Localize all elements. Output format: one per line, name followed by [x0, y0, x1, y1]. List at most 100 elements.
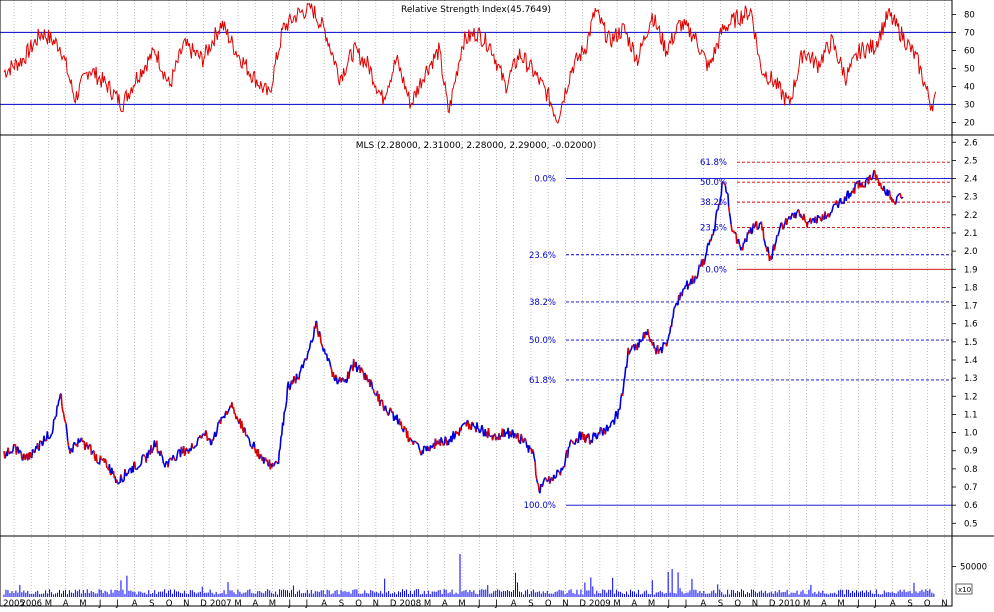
- x-tick-label: A: [511, 599, 517, 608]
- price-y-tick-label: 0.6: [964, 501, 978, 511]
- price-y-tick-label: 1.9: [964, 265, 978, 275]
- volume-bars: [3, 553, 935, 597]
- x-tick-label: S: [907, 599, 912, 608]
- x-tick-label: J: [873, 599, 877, 608]
- x-tick-label: D: [579, 599, 586, 608]
- x-tick-label: N: [562, 599, 568, 608]
- x-tick-label: A: [252, 599, 258, 608]
- price-series-down: [3, 169, 902, 492]
- chart-window: Relative Strength Index(45.7649) 20 30 40 5…: [0, 0, 994, 609]
- x-tick-label: O: [166, 599, 173, 608]
- rsi-y-tick-label: 40: [964, 82, 975, 92]
- x-tick-label: M: [269, 599, 276, 608]
- x-axis: 20052006 M A M J J A S O N D 2007 M A M J J A S O N D 2008 M A M J…: [3, 599, 947, 609]
- price-y-tick-label: 0.9: [964, 447, 978, 457]
- rsi-y-tick-label: 60: [964, 46, 975, 56]
- x-tick-label: O: [734, 599, 741, 608]
- fib-level-label-lower: 100.0%: [524, 501, 556, 511]
- x-tick-label: N: [941, 599, 947, 608]
- price-y-tick-label: 1.6: [964, 320, 978, 330]
- volume-panel: 50000 x10: [3, 553, 987, 597]
- x-tick-label: M: [234, 599, 241, 608]
- price-y-tick-label: 1.5: [964, 338, 978, 348]
- fib-level-label-lower: 61.8%: [529, 376, 556, 386]
- price-panel: MLS (2.28000, 2.31000, 2.28000, 2.29000,…: [3, 138, 978, 529]
- x-tick-label: J: [305, 599, 309, 608]
- price-y-tick-label: 1.8: [964, 283, 978, 293]
- x-tick-label: M: [79, 599, 86, 608]
- price-y-tick-label: 0.7: [964, 483, 978, 493]
- price-title: MLS (2.28000, 2.31000, 2.28000, 2.29000,…: [356, 141, 597, 151]
- volume-y-tick-label: 50000: [960, 563, 987, 573]
- price-y-tick-label: 2.5: [964, 156, 978, 166]
- price-y-tick-label: 1.4: [964, 356, 978, 366]
- panel-frame: [0, 0, 994, 607]
- x-tick-label: J: [287, 599, 291, 608]
- x-tick-label: S: [718, 599, 723, 608]
- x-tick-label: A: [442, 599, 448, 608]
- volume-y-axis: 50000: [952, 563, 987, 573]
- fib-level-label-lower: 50.0%: [529, 336, 556, 346]
- x-tick-label: M: [458, 599, 465, 608]
- rsi-reference-lines: [0, 31, 952, 105]
- x-tick-label: M: [837, 599, 844, 608]
- rsi-y-tick-label: 70: [964, 28, 975, 38]
- rsi-y-tick-label: 30: [964, 100, 975, 110]
- x-tick-label: N: [373, 599, 379, 608]
- fib-level-label-lower: 23.6%: [529, 251, 556, 261]
- x-tick-label: J: [115, 599, 119, 608]
- x-tick-label: D: [769, 599, 776, 608]
- x-tick-label: 2010: [779, 599, 801, 608]
- x-tick-label: J: [98, 599, 102, 608]
- rsi-series-line: [3, 2, 937, 124]
- price-y-tick-label: 1.7: [964, 302, 978, 312]
- x-tick-label: 2008: [400, 599, 422, 608]
- x-tick-label: N: [183, 599, 189, 608]
- x-tick-label: J: [477, 599, 481, 608]
- rsi-y-axis: 20 30 40 50 60 70 80: [952, 10, 975, 128]
- x-tick-label: A: [321, 599, 327, 608]
- price-y-tick-label: 0.5: [964, 519, 978, 529]
- x-tick-label: M: [424, 599, 431, 608]
- x-tick-label: M: [648, 599, 655, 608]
- x-tick-label: S: [149, 599, 154, 608]
- fib-level-label-upper: 61.8%: [700, 158, 727, 168]
- x-tick-label: J: [667, 599, 671, 608]
- fib-level-label-lower: 0.0%: [534, 175, 556, 185]
- fib-level-label-upper: 38.2%: [700, 198, 727, 208]
- x-tick-label: A: [700, 599, 706, 608]
- rsi-panel: Relative Strength Index(45.7649) 20 30 40 5…: [0, 2, 975, 128]
- x-tick-label: A: [631, 599, 637, 608]
- x-tick-label: A: [821, 599, 827, 608]
- price-y-tick-label: 1.1: [964, 410, 978, 420]
- x-tick-label: 2006: [20, 599, 42, 608]
- price-y-tick-label: 1.2: [964, 392, 978, 402]
- x-tick-label: S: [339, 599, 344, 608]
- price-y-tick-label: 2.3: [964, 193, 978, 203]
- fib-level-label-lower: 38.2%: [529, 298, 556, 308]
- x-tick-label: D: [200, 599, 207, 608]
- stock-chart: Relative Strength Index(45.7649) 20 30 40 5…: [0, 0, 994, 609]
- fib-level-label-upper: 0.0%: [705, 265, 727, 275]
- x-tick-label: J: [684, 599, 688, 608]
- price-series-up: [4, 169, 904, 494]
- x-tick-label: M: [45, 599, 52, 608]
- x-tick-label: M: [803, 599, 810, 608]
- rsi-y-tick-label: 20: [964, 118, 975, 128]
- price-y-tick-label: 2.2: [964, 211, 978, 221]
- x-tick-label: A: [890, 599, 896, 608]
- price-y-tick-label: 2.4: [964, 175, 978, 185]
- volume-multiplier-label: x10: [958, 586, 971, 594]
- grid-layer: [13, 0, 945, 597]
- x-tick-label: J: [494, 599, 498, 608]
- price-y-tick-label: 0.8: [964, 465, 978, 475]
- x-tick-label: J: [856, 599, 860, 608]
- x-tick-label: M: [613, 599, 620, 608]
- rsi-title: Relative Strength Index(45.7649): [401, 5, 551, 15]
- x-tick-label: A: [132, 599, 138, 608]
- x-tick-label: O: [355, 599, 362, 608]
- x-tick-label: O: [545, 599, 552, 608]
- x-tick-label: 2009: [589, 599, 611, 608]
- x-tick-label: 2007: [210, 599, 232, 608]
- x-tick-label: D: [390, 599, 397, 608]
